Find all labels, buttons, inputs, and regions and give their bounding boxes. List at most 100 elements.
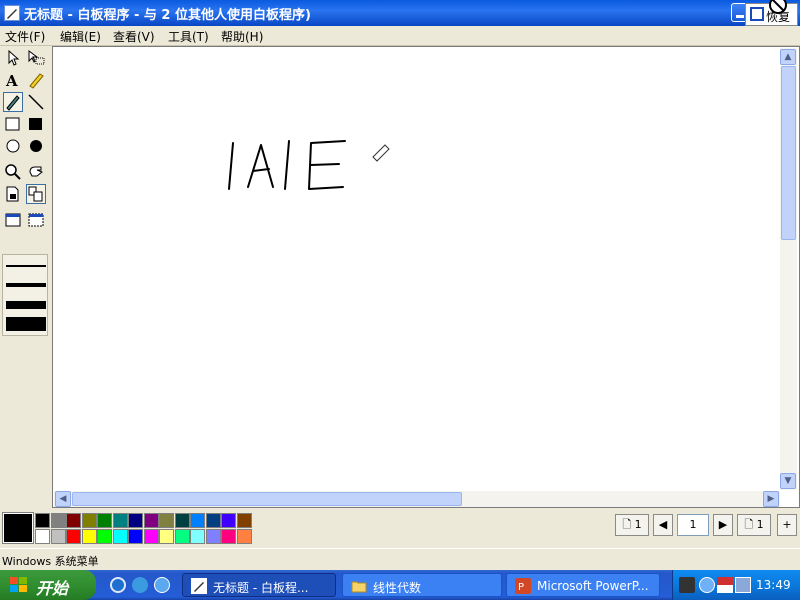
expand-tray-icon[interactable] bbox=[699, 577, 715, 593]
color-swatch[interactable] bbox=[159, 529, 174, 544]
clock: 13:49 bbox=[756, 578, 791, 592]
color-swatch[interactable] bbox=[236, 513, 252, 528]
color-swatch[interactable] bbox=[174, 529, 190, 544]
color-swatch[interactable] bbox=[221, 529, 236, 544]
color-swatch[interactable] bbox=[50, 529, 66, 544]
task-powerpoint[interactable]: P Microsoft PowerP... bbox=[506, 573, 660, 597]
color-swatch[interactable] bbox=[159, 513, 174, 528]
color-swatch[interactable] bbox=[81, 529, 97, 544]
language-flag-icon[interactable] bbox=[717, 577, 733, 593]
status-text: Windows 系统菜单 bbox=[2, 555, 99, 568]
next-page-button[interactable]: ▶ bbox=[713, 514, 733, 536]
insert-page-button[interactable]: + bbox=[777, 514, 797, 536]
title-bar[interactable]: 无标题 - 白板程序 - 与 2 位其他人使用白板程序) 恢复 bbox=[0, 0, 800, 26]
stroke-letter-e bbox=[308, 140, 346, 190]
color-swatch[interactable] bbox=[112, 513, 128, 528]
scroll-right-button[interactable]: ▶ bbox=[763, 491, 779, 507]
color-swatch[interactable] bbox=[236, 529, 252, 544]
color-swatch[interactable] bbox=[221, 513, 236, 528]
folder-icon bbox=[351, 581, 367, 593]
color-swatch[interactable] bbox=[128, 529, 143, 544]
zoom-icon[interactable] bbox=[3, 162, 23, 182]
line-width-selector[interactable] bbox=[2, 254, 48, 336]
keyboard-icon[interactable] bbox=[679, 577, 695, 593]
svg-text:P: P bbox=[518, 582, 524, 593]
menu-bar: 文件(F) 编辑(E) 查看(V) 工具(T) 帮助(H) bbox=[0, 26, 800, 46]
restore-icon bbox=[750, 7, 764, 21]
show-desktop-icon[interactable] bbox=[154, 577, 170, 593]
window-title: 无标题 - 白板程序 - 与 2 位其他人使用白板程序) bbox=[24, 8, 311, 23]
tool-panel: A bbox=[0, 46, 52, 510]
select-area-capture-icon[interactable] bbox=[26, 210, 46, 230]
select-area-icon[interactable] bbox=[26, 48, 46, 68]
vertical-scroll-thumb[interactable] bbox=[781, 66, 796, 240]
drawing-canvas[interactable] bbox=[52, 46, 800, 508]
internet-explorer-icon[interactable] bbox=[132, 577, 148, 593]
pen-icon[interactable] bbox=[3, 92, 23, 112]
line-width-thin[interactable] bbox=[6, 265, 46, 267]
task-label: 无标题 - 白板程... bbox=[213, 581, 309, 595]
select-window-icon[interactable] bbox=[3, 210, 23, 230]
line-width-thick[interactable] bbox=[6, 301, 46, 309]
color-swatch[interactable] bbox=[128, 513, 143, 528]
menu-help[interactable]: 帮助(H) bbox=[221, 28, 263, 45]
color-swatch[interactable] bbox=[35, 529, 50, 544]
page-number-input[interactable]: 1 bbox=[677, 514, 709, 536]
menu-tools[interactable]: 工具(T) bbox=[168, 28, 209, 45]
color-swatch[interactable] bbox=[143, 513, 159, 528]
synchronize-icon[interactable] bbox=[26, 184, 46, 204]
first-page-button[interactable]: 🗋 1 bbox=[615, 514, 649, 536]
line-width-medium[interactable] bbox=[6, 283, 46, 287]
start-label: 开始 bbox=[36, 579, 69, 598]
network-icon[interactable] bbox=[735, 577, 751, 593]
horizontal-scroll-thumb[interactable] bbox=[72, 492, 462, 506]
color-swatch[interactable] bbox=[35, 513, 50, 528]
color-swatch[interactable] bbox=[50, 513, 66, 528]
color-swatch[interactable] bbox=[143, 529, 159, 544]
last-page-button[interactable]: 🗋 1 bbox=[737, 514, 771, 536]
color-swatch[interactable] bbox=[190, 513, 205, 528]
pen-cursor-icon bbox=[372, 144, 390, 162]
unfilled-ellipse-icon[interactable] bbox=[3, 136, 23, 156]
lock-contents-icon[interactable] bbox=[3, 184, 23, 204]
menu-edit[interactable]: 编辑(E) bbox=[60, 28, 101, 45]
color-swatch[interactable] bbox=[174, 513, 190, 528]
color-swatch[interactable] bbox=[66, 513, 81, 528]
task-label: Microsoft PowerP... bbox=[537, 579, 649, 593]
filled-rect-icon[interactable] bbox=[26, 114, 46, 134]
menu-file[interactable]: 文件(F) bbox=[5, 28, 45, 45]
color-swatch[interactable] bbox=[190, 529, 205, 544]
color-palette: 🗋 1 ◀ 1 ▶ 🗋 1 + bbox=[0, 508, 800, 548]
filled-ellipse-icon[interactable] bbox=[26, 136, 46, 156]
scroll-down-button[interactable]: ▼ bbox=[780, 473, 796, 489]
color-swatch[interactable] bbox=[205, 513, 221, 528]
task-whiteboard[interactable]: 无标题 - 白板程... bbox=[182, 573, 336, 597]
color-swatch[interactable] bbox=[97, 529, 112, 544]
color-swatch[interactable] bbox=[81, 513, 97, 528]
select-arrow-icon[interactable] bbox=[3, 48, 23, 68]
scroll-left-button[interactable]: ◀ bbox=[55, 491, 71, 507]
stroke-letter-a bbox=[247, 144, 274, 188]
text-icon[interactable]: A bbox=[3, 70, 23, 90]
line-icon[interactable] bbox=[26, 92, 46, 112]
start-button[interactable]: 开始 bbox=[0, 570, 96, 600]
task-folder[interactable]: 线性代数 bbox=[342, 573, 502, 597]
first-page-label: 1 bbox=[634, 518, 642, 531]
prev-page-button[interactable]: ◀ bbox=[653, 514, 673, 536]
media-player-icon[interactable] bbox=[110, 577, 126, 593]
highlighter-icon[interactable] bbox=[26, 70, 46, 90]
color-swatch[interactable] bbox=[205, 529, 221, 544]
scroll-up-button[interactable]: ▲ bbox=[780, 49, 796, 65]
horizontal-scrollbar[interactable]: ◀ ▶ bbox=[54, 491, 780, 507]
vertical-scrollbar[interactable]: ▲ ▼ bbox=[780, 48, 797, 490]
color-swatch[interactable] bbox=[112, 529, 128, 544]
unfilled-rect-icon[interactable] bbox=[3, 114, 23, 134]
last-page-label: 1 bbox=[756, 518, 764, 531]
status-bar: Windows 系统菜单 bbox=[0, 548, 800, 568]
stroke-letter-i2 bbox=[284, 140, 290, 190]
line-width-thickest[interactable] bbox=[6, 317, 46, 331]
remote-pointer-icon[interactable] bbox=[26, 162, 46, 182]
menu-view[interactable]: 查看(V) bbox=[113, 28, 155, 45]
color-swatch[interactable] bbox=[66, 529, 81, 544]
color-swatch[interactable] bbox=[97, 513, 112, 528]
